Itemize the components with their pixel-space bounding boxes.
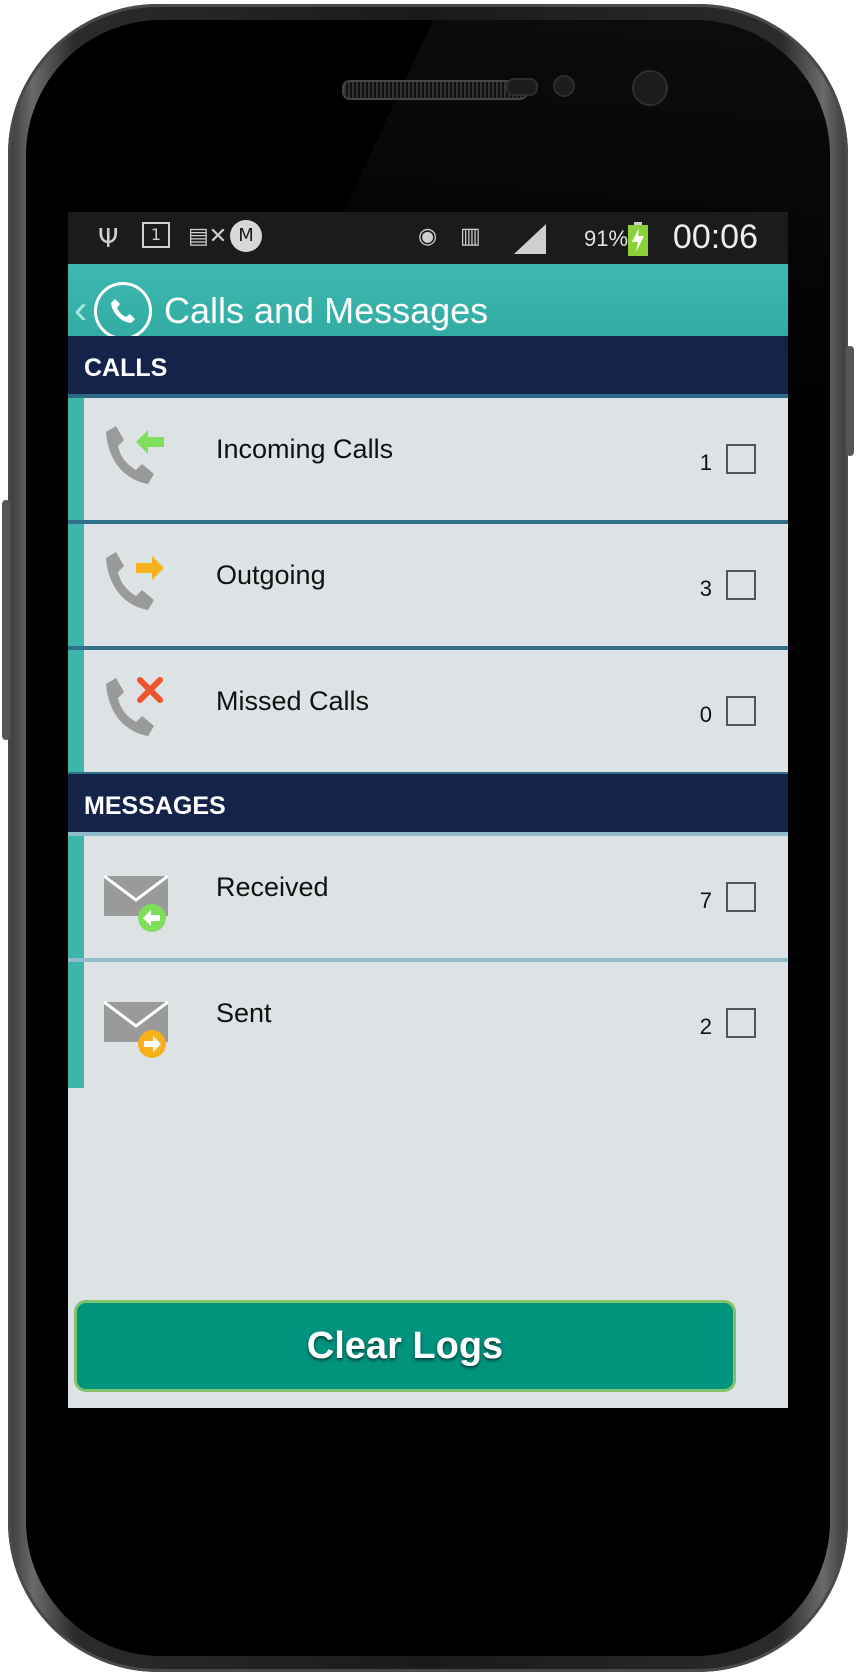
- proximity-sensor: [506, 78, 538, 96]
- list-item-outgoing[interactable]: Outgoing 3: [68, 524, 788, 650]
- row-accent: [68, 650, 84, 772]
- back-chevron-icon[interactable]: ‹: [74, 288, 87, 333]
- sent-checkbox[interactable]: [726, 1008, 756, 1038]
- outgoing-call-icon: [106, 552, 164, 610]
- row-label: Missed Calls: [216, 686, 370, 716]
- list-item-missed-calls[interactable]: Missed Calls 0: [68, 650, 788, 776]
- row-label: Sent: [216, 998, 272, 1028]
- screen-bottom-bezel: [68, 1408, 788, 1493]
- messages-section-header: MESSAGES: [68, 774, 788, 836]
- usb-icon: Ψ: [98, 224, 119, 254]
- missed-calls-checkbox[interactable]: [726, 696, 756, 726]
- battery-percent: 91%: [584, 226, 629, 251]
- vibrate-off-icon: ▥: [460, 224, 481, 249]
- phone-icon[interactable]: [94, 282, 152, 340]
- outgoing-checkbox[interactable]: [726, 570, 756, 600]
- signal-icon: [514, 224, 546, 254]
- eye-icon: ◉: [418, 224, 438, 249]
- earpiece-speaker: [342, 80, 528, 100]
- page-title: Calls and Messages: [164, 290, 489, 331]
- battery-charging-icon: [628, 222, 648, 256]
- received-checkbox[interactable]: [726, 882, 756, 912]
- clear-logs-button[interactable]: Clear Logs: [74, 1300, 736, 1392]
- sim-missing-icon: ▤✕: [188, 224, 228, 249]
- list-item-received[interactable]: Received 7: [68, 836, 788, 962]
- row-count: 7: [699, 888, 712, 913]
- power-button[interactable]: [846, 346, 854, 456]
- row-count: 1: [699, 450, 712, 475]
- row-count: 0: [699, 702, 712, 727]
- list-item-sent[interactable]: Sent 2: [68, 962, 788, 1088]
- row-count: 2: [699, 1014, 712, 1039]
- row-accent: [68, 398, 84, 520]
- app-screen: Ψ 1 ▤✕ M ◉ ▥ 91% 00:06 ‹ Calls and Messa…: [68, 212, 788, 1493]
- motorola-icon: M: [230, 220, 262, 252]
- calls-header-label: CALLS: [84, 354, 168, 382]
- status-bar: Ψ 1 ▤✕ M ◉ ▥ 91% 00:06: [68, 212, 788, 264]
- calls-section-header: CALLS: [68, 336, 788, 398]
- light-sensor: [553, 75, 575, 97]
- calendar-day: 1: [150, 225, 162, 244]
- front-camera: [632, 70, 668, 106]
- messages-header-label: MESSAGES: [84, 792, 226, 820]
- clock: 00:06: [672, 218, 758, 256]
- row-label: Incoming Calls: [216, 434, 394, 464]
- row-label: Received: [216, 872, 329, 902]
- phone-glyph: [111, 299, 135, 323]
- list-item-incoming-calls[interactable]: Incoming Calls 1: [68, 398, 788, 524]
- incoming-call-icon: [106, 426, 164, 484]
- incoming-calls-checkbox[interactable]: [726, 444, 756, 474]
- row-accent: [68, 524, 84, 646]
- received-message-icon: [103, 874, 169, 932]
- volume-button[interactable]: [2, 500, 10, 740]
- missed-call-icon: [106, 677, 163, 736]
- row-accent: [68, 836, 84, 958]
- row-count: 3: [699, 576, 712, 601]
- calendar-icon: 1: [142, 222, 170, 248]
- sent-message-icon: [103, 1000, 169, 1058]
- row-label: Outgoing: [216, 560, 326, 590]
- row-accent: [68, 962, 84, 1088]
